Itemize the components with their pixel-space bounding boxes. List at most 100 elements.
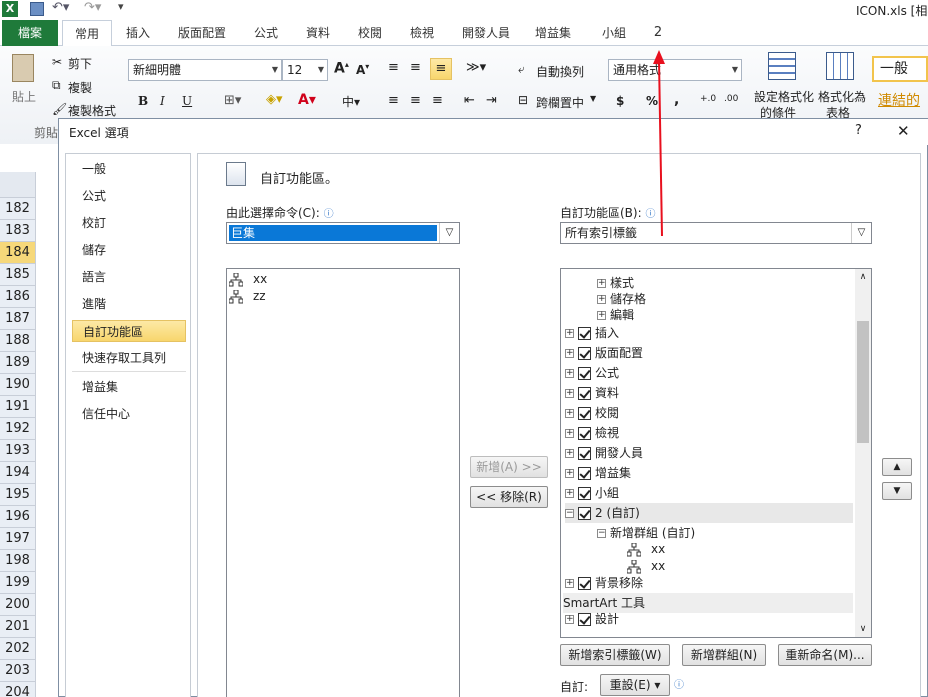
nav-item[interactable]: 快速存取工具列 <box>72 347 186 369</box>
tree-tab-item[interactable]: + 資料 <box>565 383 619 403</box>
increase-decimal-icon[interactable]: +.0 <box>700 94 716 104</box>
tree-custom-group[interactable]: − 新增群組 (自訂) <box>597 523 695 543</box>
nav-item[interactable]: 語言 <box>72 266 186 288</box>
tab-custom-2[interactable]: 2 <box>646 20 670 46</box>
copy-icon[interactable]: ⧉ <box>52 78 61 93</box>
ribbon-tree[interactable]: + 樣式 + 儲存格 + 編輯 + 插入 + 版面配置 + 公式 + 資料 + 校閱 + 檢視 + 開發人員 + 增益集 +… <box>560 268 872 638</box>
row-header[interactable]: 184 <box>0 242 36 264</box>
expand-icon[interactable]: + <box>565 329 574 338</box>
row-header[interactable]: 188 <box>0 330 36 352</box>
conditional-format-icon[interactable] <box>768 52 796 80</box>
collapse-icon[interactable]: − <box>597 529 606 538</box>
add-button[interactable]: 新增(A) >> <box>470 456 548 478</box>
nav-item[interactable]: 儲存 <box>72 239 186 261</box>
checkbox[interactable] <box>578 613 591 626</box>
align-bottom-icon[interactable]: ≡ <box>430 58 452 80</box>
command-item[interactable]: xx <box>229 271 267 288</box>
shrink-font-icon[interactable]: A▾ <box>356 62 369 77</box>
remove-button[interactable]: << 移除(R) <box>470 486 548 508</box>
paste-icon[interactable] <box>12 54 34 82</box>
format-painter-icon[interactable]: 🖌 <box>52 102 67 116</box>
expand-icon[interactable]: + <box>565 469 574 478</box>
paste-button[interactable]: 貼上 <box>12 88 36 105</box>
expand-icon[interactable]: + <box>565 369 574 378</box>
choose-commands-dropdown[interactable]: 巨集 ▽ <box>226 222 460 244</box>
style-linked-cell[interactable]: 連結的 <box>878 90 920 110</box>
collapse-icon[interactable]: − <box>565 509 574 518</box>
format-painter-button[interactable]: 複製格式 <box>68 102 116 119</box>
expand-icon[interactable]: + <box>597 311 606 320</box>
row-header[interactable]: 187 <box>0 308 36 330</box>
tree-macro-item[interactable]: xx <box>627 541 665 558</box>
nav-item[interactable]: 自訂功能區 <box>72 320 186 342</box>
expand-icon[interactable]: + <box>597 295 606 304</box>
checkbox[interactable] <box>578 507 591 520</box>
align-right-icon[interactable]: ≡ <box>432 93 443 108</box>
align-left-icon[interactable]: ≡ <box>388 93 399 108</box>
tree-tab-item[interactable]: + 設計 <box>565 609 619 629</box>
tab-team[interactable]: 小組 <box>592 20 636 46</box>
row-header[interactable]: 189 <box>0 352 36 374</box>
row-header[interactable]: 194 <box>0 462 36 484</box>
row-header[interactable]: 199 <box>0 572 36 594</box>
italic-button[interactable]: I <box>160 94 165 108</box>
phonetic-icon[interactable]: 中▾ <box>342 93 360 110</box>
row-header[interactable]: 190 <box>0 374 36 396</box>
decrease-indent-icon[interactable]: ⇤ <box>464 93 475 108</box>
rename-button[interactable]: 重新命名(M)... <box>778 644 872 666</box>
checkbox[interactable] <box>578 387 591 400</box>
expand-icon[interactable]: + <box>565 615 574 624</box>
command-item[interactable]: zz <box>229 288 266 305</box>
checkbox[interactable] <box>578 407 591 420</box>
tree-tab-item[interactable]: + 公式 <box>565 363 619 383</box>
orientation-icon[interactable]: ≫▾ <box>466 60 486 75</box>
wrap-text-button[interactable]: 自動換列 <box>536 63 584 80</box>
row-header[interactable]: 204 <box>0 682 36 697</box>
nav-item[interactable]: 信任中心 <box>72 403 186 425</box>
grow-font-icon[interactable]: A▴ <box>334 60 349 77</box>
nav-item[interactable]: 進階 <box>72 293 186 315</box>
close-button[interactable]: ✕ <box>897 122 910 140</box>
row-header[interactable]: 191 <box>0 396 36 418</box>
help-button[interactable]: ? <box>855 123 862 138</box>
row-header[interactable]: 182 <box>0 198 36 220</box>
borders-icon[interactable]: ⊞▾ <box>224 93 241 108</box>
nav-item[interactable]: 公式 <box>72 185 186 207</box>
tab-developer[interactable]: 開發人員 <box>456 20 516 46</box>
checkbox[interactable] <box>578 487 591 500</box>
row-header[interactable]: 202 <box>0 638 36 660</box>
underline-button[interactable]: U <box>182 94 192 108</box>
row-header[interactable]: 197 <box>0 528 36 550</box>
scroll-up-icon[interactable]: ∧ <box>855 269 871 285</box>
move-down-button[interactable]: ▼ <box>882 482 912 500</box>
scissors-icon[interactable]: ✂ <box>52 55 62 69</box>
tab-page-layout[interactable]: 版面配置 <box>172 20 232 46</box>
tree-scrollbar[interactable]: ∧ ∨ <box>855 269 871 637</box>
tab-review[interactable]: 校閱 <box>350 20 390 46</box>
tab-insert[interactable]: 插入 <box>118 20 158 46</box>
expand-icon[interactable]: + <box>565 449 574 458</box>
row-header[interactable]: 200 <box>0 594 36 616</box>
scroll-thumb[interactable] <box>857 321 869 443</box>
tree-tab-item[interactable]: + 檢視 <box>565 423 619 443</box>
expand-icon[interactable]: + <box>565 489 574 498</box>
row-header[interactable]: 186 <box>0 286 36 308</box>
nav-item[interactable]: 增益集 <box>72 376 186 398</box>
tree-custom-tab[interactable]: − 2 (自訂) <box>565 503 853 523</box>
row-header[interactable]: 192 <box>0 418 36 440</box>
customize-ribbon-dropdown[interactable]: 所有索引標籤 ▽ <box>560 222 872 244</box>
expand-icon[interactable]: + <box>565 349 574 358</box>
reset-button[interactable]: 重設(E) ▾ <box>600 674 670 696</box>
cut-button[interactable]: 剪下 <box>68 55 92 72</box>
checkbox[interactable] <box>578 467 591 480</box>
tree-tab-item[interactable]: + 增益集 <box>565 463 631 483</box>
row-header[interactable]: 203 <box>0 660 36 682</box>
new-group-button[interactable]: 新增群組(N) <box>682 644 766 666</box>
tab-formulas[interactable]: 公式 <box>246 20 286 46</box>
merge-center-button[interactable]: 跨欄置中 <box>536 94 584 111</box>
checkbox[interactable] <box>578 447 591 460</box>
new-tab-button[interactable]: 新增索引標籤(W) <box>560 644 670 666</box>
tree-tab-item[interactable]: + 開發人員 <box>565 443 643 463</box>
format-table-icon[interactable] <box>826 52 854 80</box>
move-up-button[interactable]: ▲ <box>882 458 912 476</box>
